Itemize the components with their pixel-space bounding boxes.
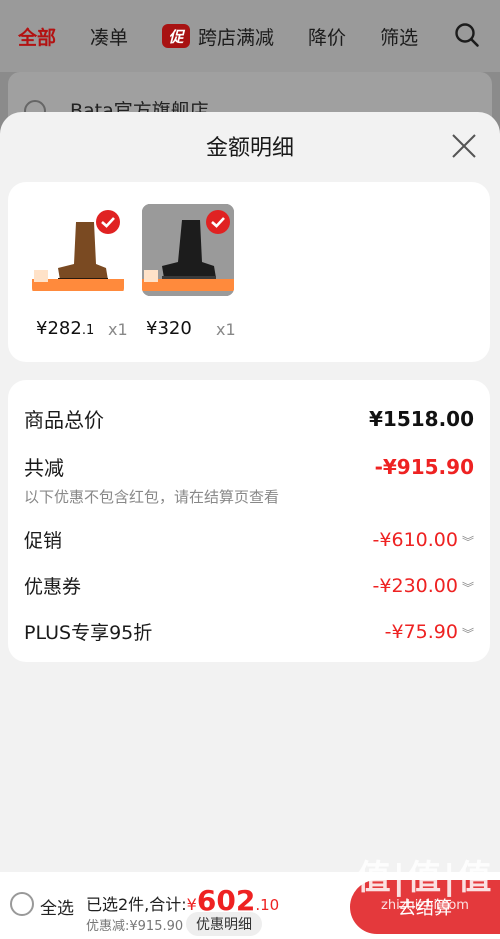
promo-label: 促销 — [24, 530, 63, 552]
plus-value: -¥75.90 — [384, 620, 458, 643]
promo-value: -¥610.00 — [372, 528, 458, 551]
product-qty: x1 — [216, 320, 236, 339]
reduce-value: -¥915.90 — [374, 454, 474, 479]
chevron-down-icon[interactable]: ︾ — [462, 625, 474, 642]
tab-all[interactable]: 全部 — [18, 23, 56, 50]
amount-detail-sheet: 金额明细 ¥282.1 x1 ¥320 x1 商品总价 ¥1518.00 共减 … — [0, 112, 500, 872]
reduce-row: 共减 -¥915.90 — [24, 452, 474, 481]
close-icon[interactable] — [450, 132, 478, 160]
price-detail-card: 商品总价 ¥1518.00 共减 -¥915.90 以下优惠不包含红包，请在结算… — [8, 380, 490, 662]
product-thumbnail[interactable] — [32, 204, 124, 296]
tab-bundle[interactable]: 凑单 — [90, 23, 128, 50]
discount-detail-button[interactable]: 优惠明细 — [186, 912, 262, 936]
reduce-label: 共减 — [24, 456, 64, 480]
total-row: 商品总价 ¥1518.00 — [24, 404, 474, 433]
select-all-radio[interactable] — [10, 892, 34, 916]
checked-icon[interactable] — [96, 210, 120, 234]
filter-tabs: 全部 凑单 促 跨店满减 降价 筛选 — [0, 0, 500, 72]
sheet-title: 金额明细 — [205, 136, 294, 161]
tab-cross-store-label: 跨店满减 — [198, 26, 275, 49]
watermark-url: zhizhizhi.com — [381, 898, 469, 913]
products-card: ¥282.1 x1 ¥320 x1 — [8, 182, 490, 362]
plus-label: PLUS专享95折 — [24, 622, 153, 644]
discount-total: 优惠减:¥915.90 — [86, 919, 184, 934]
product-thumbnail[interactable] — [142, 204, 234, 296]
coupon-value: -¥230.00 — [372, 574, 458, 597]
total-amount-decimal: .10 — [255, 896, 280, 914]
tab-filter[interactable]: 筛选 — [380, 23, 418, 50]
reduce-note: 以下优惠不包含红包，请在结算页查看 — [24, 488, 280, 506]
select-all-label[interactable]: 全选 — [40, 894, 74, 919]
promo-badge-icon: 促 — [162, 24, 191, 48]
checked-icon[interactable] — [206, 210, 230, 234]
plus-row[interactable]: PLUS专享95折 -¥75.90 ︾ — [24, 618, 474, 645]
coupon-label: 优惠券 — [24, 576, 82, 598]
site-watermark: 值|值|值 zhizhizhi.com — [350, 858, 500, 939]
tab-cross-store[interactable]: 促 跨店满减 — [162, 23, 274, 50]
summary-prefix: 已选2件,合计: — [86, 895, 187, 914]
product-qty: x1 — [108, 320, 128, 339]
total-value: ¥1518.00 — [368, 406, 474, 431]
product-price: ¥320 — [146, 318, 192, 339]
tab-price-drop[interactable]: 降价 — [308, 23, 346, 50]
chevron-down-icon[interactable]: ︾ — [462, 533, 474, 550]
total-label: 商品总价 — [24, 408, 104, 432]
coupon-row[interactable]: 优惠券 -¥230.00 ︾ — [24, 572, 474, 599]
chevron-down-icon[interactable]: ︾ — [462, 579, 474, 596]
search-icon[interactable] — [454, 22, 480, 48]
product-price: ¥282.1 — [36, 318, 95, 339]
promo-row[interactable]: 促销 -¥610.00 ︾ — [24, 526, 474, 553]
watermark-logo: 值|值|值 — [356, 858, 494, 898]
